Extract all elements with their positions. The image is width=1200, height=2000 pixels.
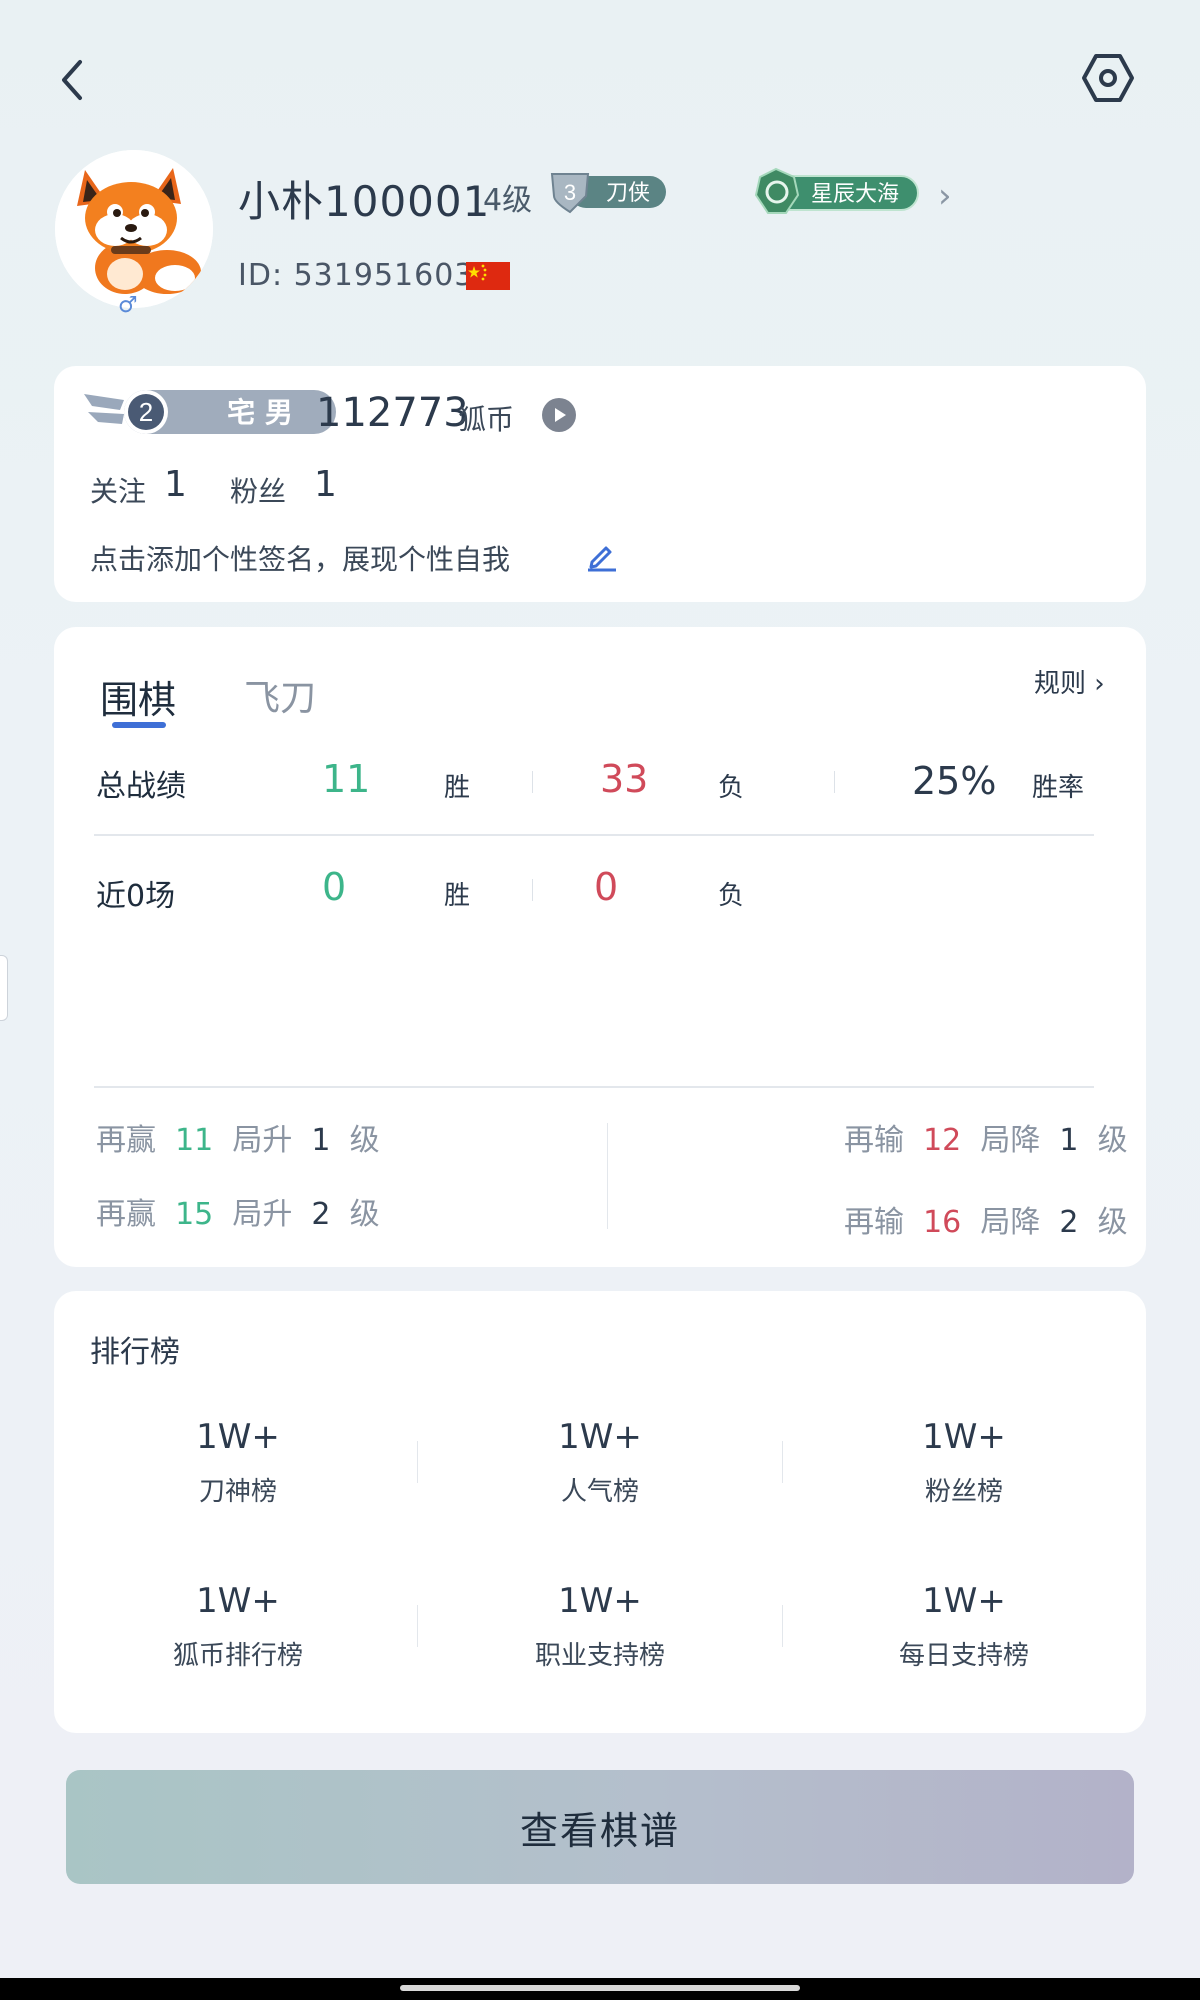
tab-flying-knife[interactable]: 飞刀 [244, 669, 316, 721]
total-record-label: 总战绩 [96, 769, 186, 804]
leaderboard-item[interactable]: 1W+ 刀神榜 [88, 1417, 388, 1508]
leaderboard-item[interactable]: 1W+ 狐币排行榜 [88, 1581, 388, 1672]
promote-row-1: 再赢 11 局升 1 级 [96, 1123, 380, 1158]
rank-badge-number: 3 [564, 180, 576, 205]
recent-record-label: 近0场 [96, 879, 176, 914]
china-flag-icon [466, 262, 510, 290]
top-bar [0, 0, 1200, 160]
divider [607, 1123, 608, 1229]
promote-row-2: 再赢 15 局升 2 级 [96, 1197, 380, 1232]
leaderboard-name: 职业支持榜 [534, 1641, 665, 1671]
recent-losses: 0 [594, 865, 619, 909]
gender-male-icon: ♂ [118, 293, 138, 318]
leaderboard-item[interactable]: 1W+ 职业支持榜 [450, 1581, 750, 1672]
leaderboard-item[interactable]: 1W+ 每日支持榜 [814, 1581, 1114, 1672]
title-badge-label: 宅 男 [227, 396, 293, 429]
view-game-records-button[interactable]: 查看棋谱 [66, 1770, 1134, 1884]
follow-count[interactable]: 1 [164, 464, 187, 505]
divider [417, 1441, 418, 1483]
title-wings-badge-icon: 2 宅 男 [84, 390, 336, 434]
leaderboard-name: 狐币排行榜 [172, 1641, 303, 1671]
leaderboard-value: 1W+ [922, 1417, 1006, 1457]
active-tab-indicator [112, 722, 166, 728]
chevron-right-icon: › [1094, 669, 1105, 699]
total-wins: 11 [322, 757, 371, 801]
star-badge-label: 星辰大海 [811, 182, 899, 207]
rules-link[interactable]: 规则 › [1034, 663, 1105, 700]
star-badge[interactable]: 星辰大海 [750, 165, 922, 219]
star-sea-badge-icon: 星辰大海 [754, 167, 919, 214]
win-rate: 25% [912, 759, 997, 803]
fans-count[interactable]: 1 [314, 464, 337, 505]
leaderboard-card: 排行榜 1W+ 刀神榜 1W+ 人气榜 1W+ 粉丝榜 1W+ 狐币排行榜 1W… [54, 1291, 1146, 1733]
leaderboard-value: 1W+ [196, 1581, 280, 1621]
pencil-edit-icon[interactable] [584, 538, 618, 572]
leaderboard-value: 1W+ [196, 1417, 280, 1457]
leaderboard-value: 1W+ [922, 1581, 1006, 1621]
total-win-label: 胜 [444, 773, 471, 803]
tab-go[interactable]: 围棋 [100, 669, 176, 724]
side-drawer-handle[interactable] [0, 955, 8, 1021]
follow-label[interactable]: 关注 [90, 470, 146, 510]
hexagon-settings-icon [1082, 54, 1134, 102]
title-badge[interactable]: 2 宅 男 [84, 382, 340, 442]
divider [782, 1605, 783, 1647]
username: 小朴100001 [238, 177, 491, 226]
divider [94, 1086, 1094, 1088]
leaderboard-name: 刀神榜 [198, 1477, 277, 1507]
demote-row-1: 再输 12 局降 1 级 [844, 1123, 1128, 1158]
play-arrow-icon[interactable] [542, 398, 576, 432]
recent-win-label: 胜 [444, 881, 471, 911]
leaderboard-item[interactable]: 1W+ 粉丝榜 [814, 1417, 1114, 1508]
recent-loss-label: 负 [718, 881, 745, 911]
total-losses: 33 [600, 757, 649, 801]
rank-badge-label: 刀侠 [606, 181, 650, 206]
back-button[interactable] [52, 52, 96, 108]
rules-label: 规则 [1034, 669, 1087, 699]
coin-balance: 112773 [316, 390, 469, 436]
divider [532, 879, 533, 901]
chevron-left-icon [62, 60, 82, 100]
leaderboard-name: 每日支持榜 [898, 1641, 1029, 1671]
recent-wins: 0 [322, 865, 347, 909]
demote-row-2: 再输 16 局降 2 级 [844, 1205, 1128, 1240]
win-rate-label: 胜率 [1032, 773, 1085, 803]
fans-label[interactable]: 粉丝 [230, 470, 286, 510]
total-loss-label: 负 [718, 773, 745, 803]
rank-badge[interactable]: 3 刀侠 [548, 170, 670, 214]
user-level: 4级 [483, 183, 533, 218]
info-card: 2 宅 男 112773 狐币 关注 1 粉丝 1 点击添加个性签名，展现个性自… [54, 366, 1146, 602]
divider [532, 771, 533, 793]
chevron-right-icon[interactable]: › [938, 176, 952, 216]
shield-rank-icon: 3 刀侠 [550, 173, 666, 214]
signature-placeholder[interactable]: 点击添加个性签名，展现个性自我 [90, 538, 510, 578]
leaderboard-value: 1W+ [558, 1417, 642, 1457]
leaderboard-name: 人气榜 [560, 1477, 639, 1507]
divider [94, 834, 1094, 836]
coin-label: 狐币 [458, 403, 515, 436]
home-indicator[interactable] [400, 1985, 800, 1991]
stats-card: 围棋 飞刀 规则 › 总战绩 11 胜 33 负 25% 胜率 近0场 0 胜 … [54, 627, 1146, 1267]
avatar[interactable] [55, 150, 213, 308]
leaderboard-title: 排行榜 [90, 1335, 180, 1370]
divider [417, 1605, 418, 1647]
fox-avatar-icon [55, 150, 213, 308]
leaderboard-value: 1W+ [558, 1581, 642, 1621]
divider [834, 771, 835, 793]
user-id: ID: 531951603 [238, 258, 475, 293]
leaderboard-item[interactable]: 1W+ 人气榜 [450, 1417, 750, 1508]
leaderboard-name: 粉丝榜 [924, 1477, 1003, 1507]
title-badge-number: 2 [139, 397, 153, 427]
divider [782, 1441, 783, 1483]
settings-button[interactable] [1080, 50, 1136, 106]
